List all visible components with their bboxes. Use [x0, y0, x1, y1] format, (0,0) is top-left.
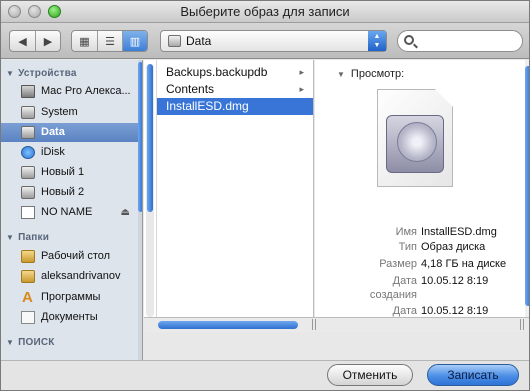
sidebar-item-system[interactable]: System	[1, 103, 138, 122]
sidebar-item-mac-pro[interactable]: Mac Pro Алекса...	[1, 82, 138, 101]
updown-arrows-icon: ▲ ▼	[368, 31, 386, 51]
column-scrollbar[interactable]	[146, 64, 154, 317]
sidebar-item-label: Data	[41, 126, 65, 138]
meta-value: InstallESD.dmg	[421, 226, 497, 238]
meta-value: 10.05.12 8:19	[421, 305, 489, 317]
scroll-thumb[interactable]	[158, 321, 298, 329]
sidebar-item-label: Mac Pro Алекса...	[41, 85, 131, 97]
horizontal-scrollbar[interactable]	[144, 317, 529, 332]
browser-column: Backups.backupdb ▸ Contents ▸ InstallESD…	[157, 60, 314, 317]
scroll-thumb[interactable]	[147, 64, 153, 212]
toolbar: ◀ ▶ ▦ ☰ ▥ Data ▲ ▼	[1, 23, 529, 59]
column-resize-handle[interactable]	[520, 319, 524, 330]
sidebar-item-label: iDisk	[41, 146, 65, 158]
drive-icon	[21, 186, 35, 199]
meta-value: 4,18 ГБ на диске	[421, 258, 507, 270]
save-button[interactable]: Записать	[427, 364, 519, 386]
drive-icon	[21, 126, 35, 139]
close-button[interactable]	[8, 5, 21, 18]
meta-key: Размер	[379, 258, 417, 270]
list-item-label: Backups.backupdb	[166, 65, 268, 79]
devices-header[interactable]: Устройства	[6, 68, 77, 79]
search-header[interactable]: ПОИСК	[6, 337, 55, 348]
sidebar-item-label: NO NAME	[41, 206, 93, 218]
forward-button[interactable]: ▶	[35, 31, 60, 51]
button-bar: Отменить Записать	[1, 360, 529, 390]
search-icon	[404, 35, 414, 45]
meta-row: Тип Образ диска	[315, 240, 529, 254]
meta-key: Имя	[395, 226, 417, 238]
list-view-button[interactable]: ☰	[97, 31, 122, 51]
column-gap	[144, 60, 157, 317]
sidebar-item-label: Документы	[41, 311, 98, 323]
sidebar-item-novyi-1[interactable]: Новый 1	[1, 163, 138, 182]
path-value: Data	[186, 34, 212, 48]
column-resize-handle[interactable]	[312, 319, 316, 330]
open-image-dialog: Выберите образ для записи ◀ ▶ ▦ ☰ ▥ Data…	[0, 0, 530, 391]
navigation-segment: ◀ ▶	[9, 30, 61, 52]
scroll-thumb[interactable]	[138, 62, 142, 212]
idisk-icon	[21, 146, 35, 159]
sidebar-item-label: System	[41, 106, 78, 118]
chevron-right-icon: ▸	[299, 84, 304, 94]
sidebar-item-no-name[interactable]: NO NAME ⏏	[1, 203, 138, 222]
places-header[interactable]: Папки	[6, 232, 49, 243]
documents-icon	[21, 311, 35, 324]
search-input[interactable]	[397, 30, 523, 52]
sidebar-item-label: Рабочий стол	[41, 250, 111, 262]
sidebar: Устройства Mac Pro Алекса... System Data…	[1, 60, 143, 360]
list-item-label: Contents	[166, 82, 215, 96]
icon-view-button[interactable]: ▦	[72, 31, 97, 51]
meta-value: Образ диска	[421, 241, 486, 253]
drive-icon	[168, 35, 181, 47]
meta-key: Тип	[398, 241, 417, 253]
cancel-button[interactable]: Отменить	[327, 364, 413, 386]
preview-pane: Просмотр: Имя InstallESD.dmg Тип Образ д…	[315, 60, 529, 331]
sidebar-item-label: Новый 2	[41, 186, 85, 198]
eject-icon[interactable]: ⏏	[121, 203, 130, 222]
sidebar-item-applications[interactable]: Программы	[1, 288, 138, 307]
computer-icon	[21, 85, 35, 98]
sidebar-item-idisk[interactable]: iDisk	[1, 143, 138, 162]
minimize-button[interactable]	[28, 5, 41, 18]
path-popup[interactable]: Data ▲ ▼	[160, 30, 387, 52]
list-item-installesd[interactable]: InstallESD.dmg	[157, 98, 313, 115]
window-title: Выберите образ для записи	[180, 4, 350, 19]
desktop-folder-icon	[21, 250, 35, 263]
meta-key: Дата создания	[369, 275, 417, 301]
title-bar: Выберите образ для записи	[1, 1, 529, 23]
disk-image-icon	[386, 115, 444, 173]
zoom-button[interactable]	[48, 5, 61, 18]
list-item-label: InstallESD.dmg	[166, 99, 249, 113]
sidebar-item-desktop[interactable]: Рабочий стол	[1, 247, 138, 266]
back-button[interactable]: ◀	[10, 31, 35, 51]
drive-icon	[21, 106, 35, 119]
view-mode-segment: ▦ ☰ ▥	[71, 30, 148, 52]
scroll-thumb[interactable]	[525, 66, 529, 306]
home-icon	[21, 270, 35, 283]
applications-icon	[21, 288, 35, 307]
preview-header[interactable]: Просмотр:	[337, 68, 404, 80]
sidebar-item-label: Новый 1	[41, 166, 85, 178]
list-item-contents[interactable]: Contents ▸	[157, 81, 313, 98]
document-icon	[377, 89, 453, 187]
preview-scrollbar[interactable]	[525, 60, 529, 317]
sidebar-scrollbar[interactable]	[138, 60, 142, 360]
chevron-right-icon: ▸	[299, 67, 304, 77]
removable-drive-icon	[21, 206, 35, 219]
sidebar-item-documents[interactable]: Документы	[1, 308, 138, 327]
sidebar-item-label: aleksandrivanov	[41, 270, 121, 282]
meta-row: Имя InstallESD.dmg	[315, 225, 529, 239]
meta-row: Размер 4,18 ГБ на диске	[315, 257, 529, 271]
meta-value: 10.05.12 8:19	[421, 275, 489, 287]
sidebar-item-data[interactable]: Data	[1, 123, 138, 142]
list-item-backups[interactable]: Backups.backupdb ▸	[157, 64, 313, 81]
sidebar-item-label: Программы	[41, 291, 101, 303]
sidebar-item-novyi-2[interactable]: Новый 2	[1, 183, 138, 202]
drive-icon	[21, 166, 35, 179]
sidebar-item-home[interactable]: aleksandrivanov	[1, 267, 138, 286]
meta-row: Дата создания 10.05.12 8:19	[315, 274, 529, 302]
column-view-button[interactable]: ▥	[122, 31, 147, 51]
